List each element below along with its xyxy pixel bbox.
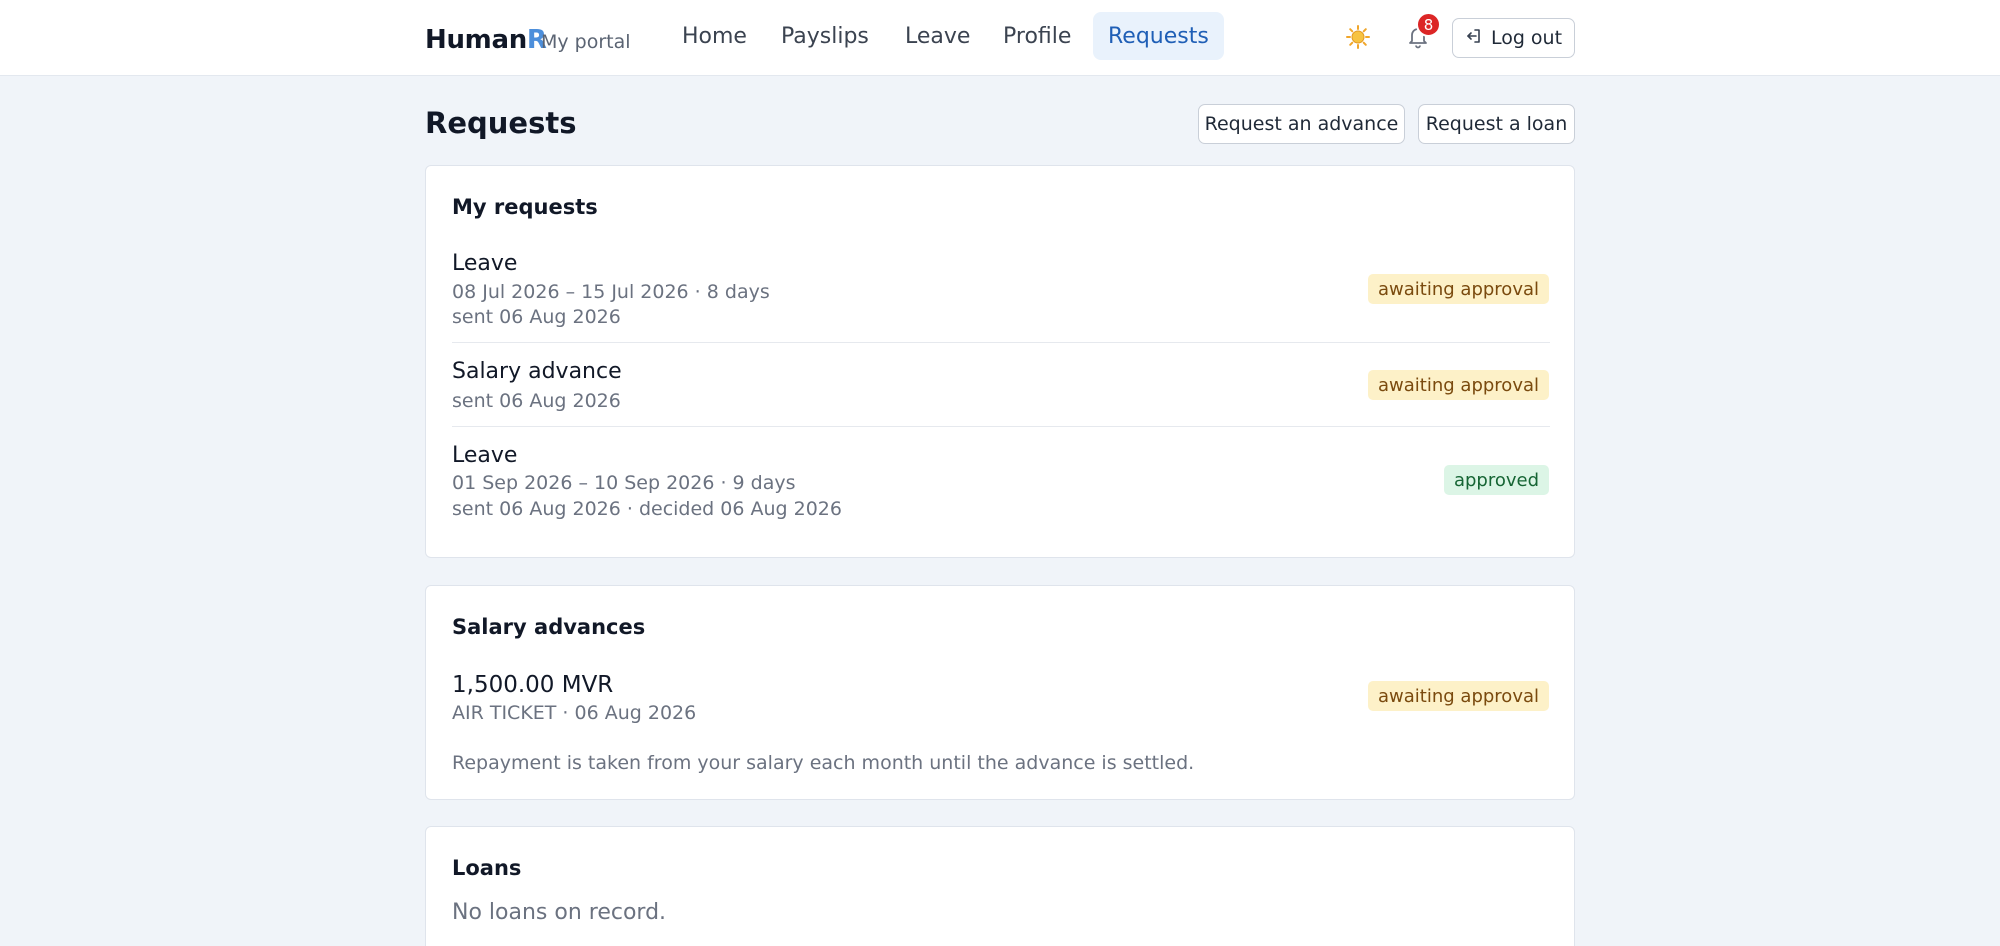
request-period: 08 Jul 2026 – 15 Jul 2026 · 8 days: [452, 281, 770, 303]
status-badge: awaiting approval: [1368, 274, 1549, 304]
request-advance-button[interactable]: Request an advance: [1198, 104, 1405, 144]
my-requests-card: My requests Leave 08 Jul 2026 – 15 Jul 2…: [425, 165, 1575, 558]
logout-icon: [1465, 27, 1483, 50]
request-loan-button[interactable]: Request a loan: [1418, 104, 1575, 144]
status-badge: awaiting approval: [1368, 370, 1549, 400]
top-bar: HumanR My portal Home Payslips Leave Pro…: [0, 0, 2000, 76]
request-sent: sent 06 Aug 2026: [452, 306, 621, 328]
card-title: My requests: [452, 195, 598, 219]
page-title: Requests: [425, 106, 577, 140]
divider: [452, 426, 1550, 427]
sun-icon[interactable]: [1343, 22, 1373, 52]
advance-amount: 1,500.00 MVR: [452, 672, 614, 698]
divider: [452, 342, 1550, 343]
empty-state-text: No loans on record.: [452, 900, 667, 925]
nav-home[interactable]: Home: [667, 12, 762, 60]
nav-payslips[interactable]: Payslips: [766, 12, 884, 60]
nav-requests[interactable]: Requests: [1093, 12, 1224, 60]
status-badge: awaiting approval: [1368, 681, 1549, 711]
portal-label: My portal: [541, 31, 631, 53]
request-type: Salary advance: [452, 359, 622, 384]
app-logo[interactable]: HumanR: [425, 25, 547, 55]
request-sent: sent 06 Aug 2026: [452, 390, 621, 412]
repayment-note: Repayment is taken from your salary each…: [452, 752, 1195, 774]
request-period: 01 Sep 2026 – 10 Sep 2026 · 9 days: [452, 472, 796, 494]
advance-detail: AIR TICKET · 06 Aug 2026: [452, 702, 697, 724]
card-title: Salary advances: [452, 615, 646, 639]
nav-leave[interactable]: Leave: [890, 12, 985, 60]
logout-button[interactable]: Log out: [1452, 18, 1575, 58]
card-title: Loans: [452, 856, 522, 880]
loans-card: Loans No loans on record.: [425, 826, 1575, 946]
request-type: Leave: [452, 251, 518, 276]
status-badge: approved: [1443, 465, 1549, 495]
nav-profile[interactable]: Profile: [988, 12, 1086, 60]
brand-main: Human: [425, 25, 527, 55]
request-type: Leave: [452, 443, 518, 468]
request-sent: sent 06 Aug 2026 · decided 06 Aug 2026: [452, 498, 842, 520]
notification-count-badge: 8: [1416, 12, 1441, 37]
salary-advances-card: Salary advances 1,500.00 MVR AIR TICKET …: [425, 585, 1575, 800]
logout-label: Log out: [1490, 27, 1563, 49]
